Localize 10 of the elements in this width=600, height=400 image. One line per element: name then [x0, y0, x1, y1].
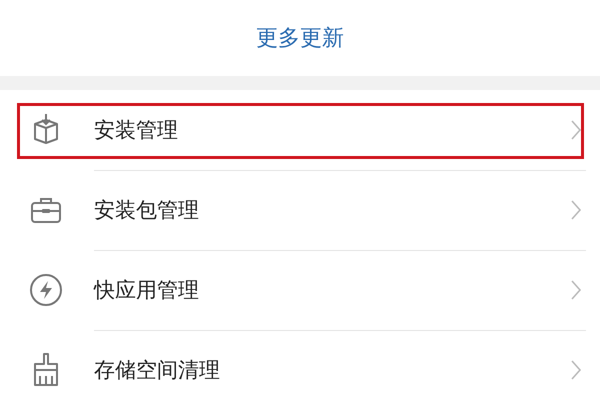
menu-item-label[interactable]: 安装包管理	[94, 196, 570, 224]
menu-item-label[interactable]: 存储空间清理	[94, 356, 570, 384]
lightning-icon	[28, 272, 64, 308]
chevron-right-icon	[570, 358, 582, 380]
chevron-right-icon	[570, 198, 582, 220]
chevron-right-icon	[570, 278, 582, 300]
chevron-right-icon	[570, 118, 582, 140]
menu-item-label[interactable]: 安装管理	[94, 116, 570, 144]
menu-item-label[interactable]: 快应用管理	[94, 276, 570, 304]
more-updates-link[interactable]: 更多更新	[256, 23, 344, 53]
